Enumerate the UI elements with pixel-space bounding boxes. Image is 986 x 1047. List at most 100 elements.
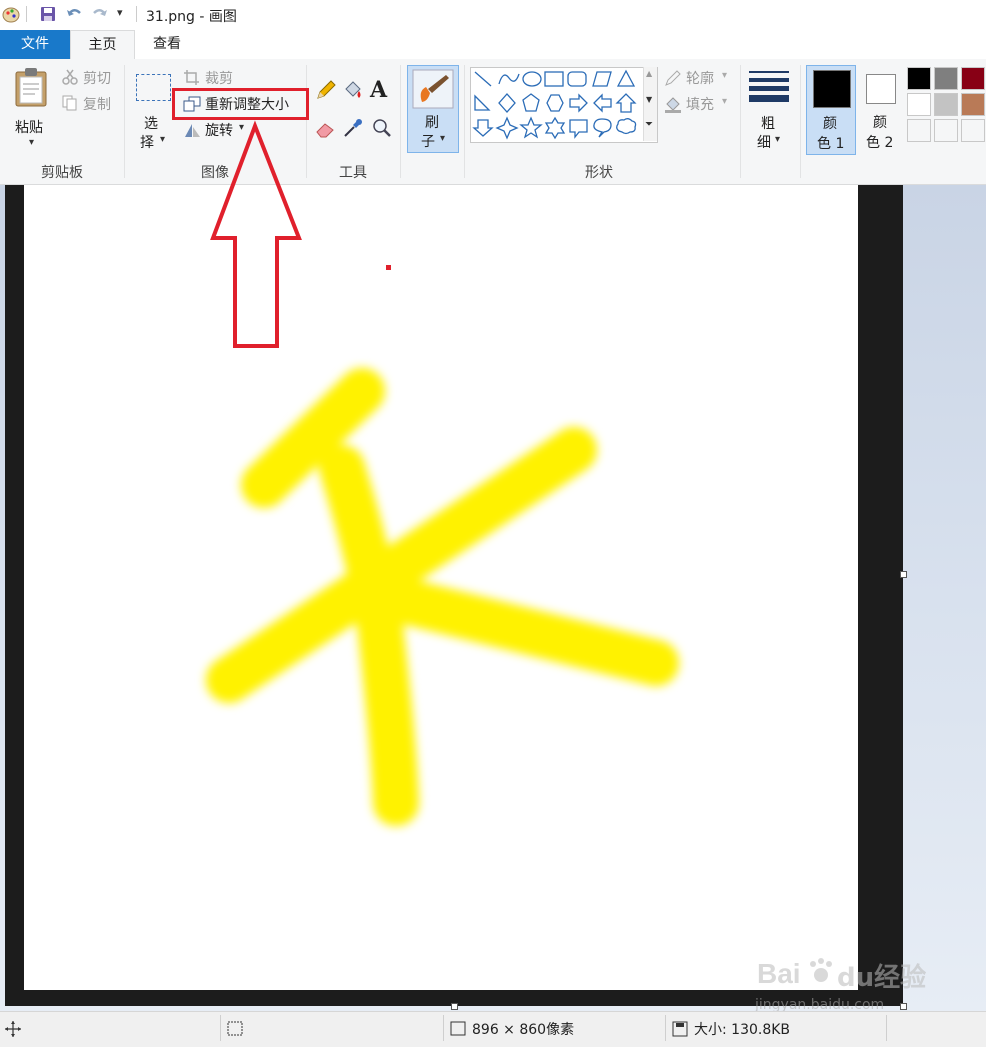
brush-icon (412, 69, 454, 109)
group-divider (800, 65, 801, 178)
palette-swatch-white[interactable] (907, 93, 931, 116)
size-label-2: 细 (757, 135, 771, 151)
color-picker-icon[interactable] (342, 117, 364, 139)
oval-callout-shape-icon (593, 118, 612, 138)
paste-dropdown-icon[interactable]: ▾ (29, 137, 34, 148)
resize-handle-right[interactable] (900, 571, 907, 578)
color2-label-1: 颜 (873, 115, 887, 131)
rotate-icon (185, 124, 200, 137)
rectangle-shape-icon (544, 71, 564, 87)
eraser-icon[interactable] (315, 119, 337, 139)
pencil-icon[interactable] (315, 79, 337, 101)
down-arrow-shape-icon (472, 119, 494, 137)
crop-button[interactable]: 裁剪 (183, 68, 253, 88)
shapes-gallery[interactable] (470, 67, 658, 143)
size-button[interactable]: 粗 细 ▾ (745, 67, 793, 153)
color2-button[interactable]: 颜 色 2 (860, 65, 904, 153)
outline-dropdown-icon[interactable]: ▾ (722, 70, 727, 81)
palette-swatch-custom[interactable] (961, 119, 985, 142)
palette-swatch-black[interactable] (907, 67, 931, 90)
fill-label: 填充 (686, 97, 714, 113)
brush-button[interactable]: 刷 子 ▾ (407, 65, 459, 153)
scroll-down-icon[interactable]: ▼ (646, 95, 652, 104)
status-divider (220, 1015, 221, 1041)
status-divider (886, 1015, 887, 1041)
color-palette (906, 67, 986, 147)
color1-label-1: 颜 (823, 116, 837, 132)
hexagon-shape-icon (546, 94, 564, 112)
six-point-star-shape-icon (544, 116, 566, 140)
text-tool-icon[interactable]: A (370, 77, 387, 103)
fill-bucket-icon[interactable] (342, 79, 364, 101)
svg-text:Bai: Bai (757, 958, 801, 989)
fill-icon (665, 97, 681, 113)
redo-icon[interactable] (91, 5, 109, 23)
palette-swatch-gray[interactable] (934, 67, 958, 90)
paste-button[interactable]: 粘贴 ▾ (10, 65, 54, 155)
quick-access-dropdown-icon[interactable]: ▾ (117, 6, 123, 19)
shapes-scrollbar[interactable]: ▲ ▼ ⏷ (643, 67, 657, 141)
undo-icon[interactable] (65, 5, 83, 23)
status-divider (443, 1015, 444, 1041)
select-dropdown-icon[interactable]: ▾ (160, 134, 165, 145)
save-icon[interactable] (40, 6, 56, 22)
shapes-expand-icon[interactable]: ⏷ (645, 119, 653, 130)
resize-highlight-box (172, 88, 309, 120)
tab-view[interactable]: 查看 (135, 30, 199, 59)
disk-icon (672, 1021, 688, 1037)
scroll-up-icon[interactable]: ▲ (646, 69, 652, 78)
crop-label: 裁剪 (205, 71, 233, 87)
brush-label-1: 刷 (425, 115, 439, 131)
resize-handle-bottom[interactable] (451, 1003, 458, 1010)
size-label-1: 粗 (761, 116, 775, 132)
diamond-shape-icon (498, 93, 516, 113)
brush-stroke-right (357, 572, 679, 686)
cut-button[interactable]: 剪切 (62, 68, 122, 88)
tab-file[interactable]: 文件 (0, 30, 70, 59)
yellow-brush-strokes (206, 368, 679, 826)
color2-swatch (866, 74, 896, 104)
brush-dropdown-icon[interactable]: ▾ (440, 133, 445, 144)
clipboard-group-label: 剪贴板 (41, 165, 83, 181)
shapes-icons (472, 69, 637, 140)
palette-swatch-brown[interactable] (961, 93, 985, 116)
palette-swatch-custom[interactable] (907, 119, 931, 142)
red-dot (386, 265, 391, 270)
palette-swatch-light-gray[interactable] (934, 93, 958, 116)
cursor-position-icon (5, 1021, 21, 1037)
paste-label: 粘贴 (15, 120, 43, 136)
rounded-rect-shape-icon (567, 71, 587, 87)
title-divider (136, 6, 137, 22)
select-rectangle-icon (136, 74, 171, 101)
group-divider (740, 65, 741, 178)
color1-label-2: 色 1 (817, 136, 845, 152)
select-button[interactable]: 选 择 ▾ (134, 69, 174, 153)
group-divider (400, 65, 401, 178)
paint-app-icon[interactable] (2, 5, 20, 23)
watermark-logo-text: du经验 (837, 963, 927, 993)
outline-button[interactable]: 轮廓 ▾ (664, 68, 734, 88)
outline-label: 轮廓 (686, 71, 714, 87)
select-label-1: 选 (144, 116, 158, 132)
line-width-icon (749, 71, 789, 102)
drawing-canvas[interactable] (24, 185, 858, 990)
window-title: 31.png - 画图 (146, 9, 237, 25)
cloud-callout-shape-icon (616, 118, 637, 135)
title-divider (26, 6, 27, 22)
status-divider (665, 1015, 666, 1041)
up-arrow-shape-icon (615, 93, 637, 113)
magnifier-icon[interactable] (371, 117, 393, 139)
cut-label: 剪切 (83, 71, 111, 87)
palette-swatch-dark-red[interactable] (961, 67, 985, 90)
ribbon: 粘贴 ▾ 剪切 复制 剪贴板 选 择 ▾ 裁剪 重新调整大小 旋转 ▾ 图像 A… (0, 59, 986, 185)
copy-button[interactable]: 复制 (62, 94, 122, 114)
tab-home[interactable]: 主页 (70, 30, 135, 61)
color1-button[interactable]: 颜 色 1 (806, 65, 856, 155)
palette-swatch-custom[interactable] (934, 119, 958, 142)
triangle-shape-icon (616, 69, 636, 87)
brush-label-2: 子 (421, 134, 435, 150)
fill-dropdown-icon[interactable]: ▾ (722, 96, 727, 107)
fill-button[interactable]: 填充 ▾ (664, 94, 734, 114)
scissors-icon (62, 69, 78, 85)
size-dropdown-icon[interactable]: ▾ (775, 134, 780, 145)
